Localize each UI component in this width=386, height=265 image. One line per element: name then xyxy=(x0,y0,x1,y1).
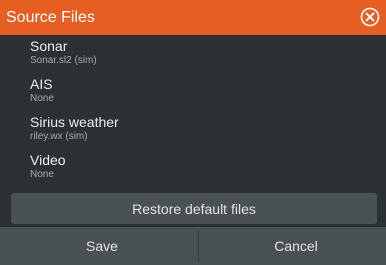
item-name: Sirius weather xyxy=(30,114,119,130)
item-name: Sonar xyxy=(30,38,68,54)
footer-divider xyxy=(198,230,199,262)
list-item-video[interactable]: Video None xyxy=(0,149,386,187)
cancel-button[interactable]: Cancel xyxy=(201,230,386,261)
restore-default-files-button[interactable]: Restore default files xyxy=(11,193,377,224)
close-button[interactable] xyxy=(360,7,380,27)
title-bar: Source Files xyxy=(0,0,386,35)
item-name: AIS xyxy=(30,76,53,92)
list-item-sirius-weather[interactable]: Sirius weather riley.wx (sim) xyxy=(0,111,386,149)
save-button[interactable]: Save xyxy=(7,230,197,261)
save-button-label: Save xyxy=(86,238,118,254)
close-circle-icon xyxy=(360,7,380,27)
dialog-footer: Save Cancel xyxy=(0,227,386,265)
item-file: Sonar.sl2 (sim) xyxy=(30,55,97,66)
dialog-title: Source Files xyxy=(6,9,95,26)
list-item-ais[interactable]: AIS None xyxy=(0,73,386,111)
list-item-sonar[interactable]: Sonar Sonar.sl2 (sim) xyxy=(0,35,386,73)
restore-button-label: Restore default files xyxy=(132,201,256,217)
item-file: None xyxy=(30,169,54,180)
source-file-list: Sonar Sonar.sl2 (sim) AIS None Sirius we… xyxy=(0,35,386,186)
item-file: None xyxy=(30,93,54,104)
source-files-dialog: Source Files Sonar Sonar.sl2 (sim) AIS N… xyxy=(0,0,386,265)
item-file: riley.wx (sim) xyxy=(30,131,88,142)
cancel-button-label: Cancel xyxy=(274,238,318,254)
item-name: Video xyxy=(30,152,66,168)
